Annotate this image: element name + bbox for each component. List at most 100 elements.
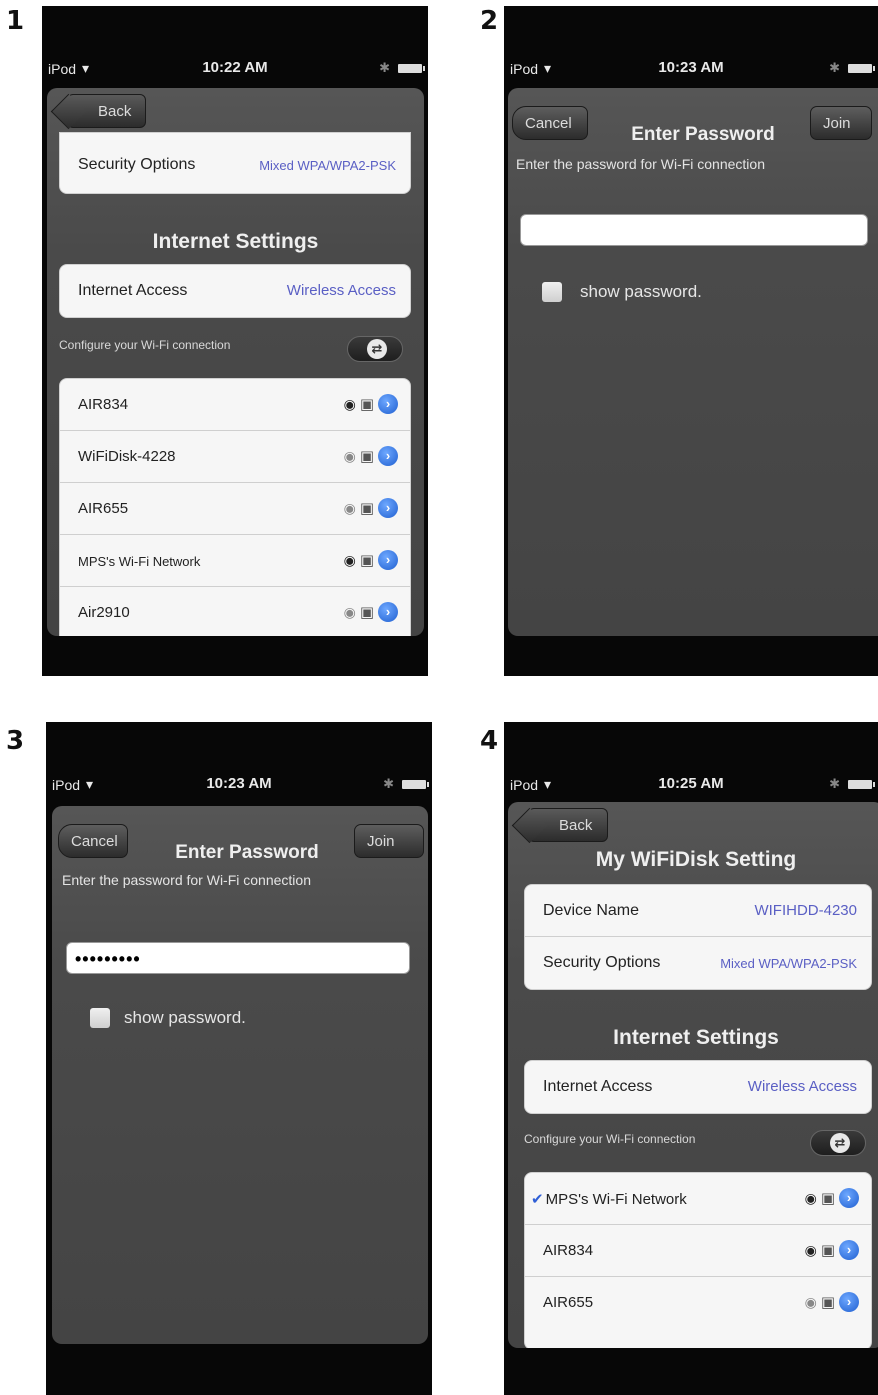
- internet-access-card: Internet Access Wireless Access: [59, 264, 411, 318]
- internet-access-card: Internet Access Wireless Access: [524, 1060, 872, 1114]
- list-item[interactable]: AIR834 ◉ ▣ ›: [60, 379, 410, 431]
- dialog-title: Enter Password: [631, 124, 775, 145]
- phone-screen-2: iPod ▾ 10:23 AM ✱ Cancel Enter Password J…: [504, 6, 878, 676]
- phone-screen-1: iPod ▾ 10:22 AM ✱ Back Security Options M…: [42, 6, 428, 676]
- internet-access-row[interactable]: Internet Access Wireless Access: [60, 265, 410, 317]
- status-bar: iPod ▾ 10:22 AM ✱: [42, 58, 428, 80]
- list-item[interactable]: AIR655 ◉ ▣ ›: [525, 1277, 871, 1329]
- back-button[interactable]: Back: [528, 808, 608, 842]
- list-item[interactable]: MPS's Wi-Fi Network ◉ ▣ ›: [60, 535, 410, 587]
- join-button[interactable]: Join: [810, 106, 872, 140]
- lock-icon: ▣: [359, 396, 374, 413]
- security-options-label: Security Options: [543, 954, 661, 971]
- settings-sheet: Back My WiFiDisk Setting Device Name WIF…: [508, 802, 878, 1348]
- password-field[interactable]: [520, 214, 868, 246]
- refresh-icon: ⇄: [367, 339, 387, 359]
- cancel-button[interactable]: Cancel: [512, 106, 588, 140]
- info-chevron-icon[interactable]: ›: [839, 1188, 859, 1208]
- back-button[interactable]: Back: [67, 94, 146, 128]
- list-item[interactable]: ✔ MPS's Wi-Fi Network ◉ ▣ ›: [525, 1173, 871, 1225]
- security-card: Security Options Mixed WPA/WPA2-PSK: [59, 132, 411, 194]
- wifi-icon: ◉: [804, 1189, 817, 1206]
- section-title: Internet Settings: [152, 230, 319, 253]
- network-name: AIR655: [543, 1294, 594, 1311]
- configure-label: Configure your Wi-Fi connection: [59, 338, 231, 352]
- join-button-label: Join: [823, 115, 851, 132]
- security-options-row[interactable]: Security Options Mixed WPA/WPA2-PSK: [60, 133, 410, 193]
- device-name-row[interactable]: Device Name WIFIHDD-4230: [525, 885, 871, 937]
- step-number-2: 2: [480, 6, 499, 36]
- back-button-label: Back: [559, 817, 593, 834]
- info-chevron-icon[interactable]: ›: [378, 550, 398, 570]
- phone-screen-3: iPod ▾ 10:23 AM ✱ Cancel Enter Password J…: [46, 722, 432, 1395]
- internet-access-row[interactable]: Internet Access Wireless Access: [525, 1061, 871, 1113]
- lock-icon: ▣: [359, 552, 374, 569]
- status-bar: iPod ▾ 10:23 AM ✱: [504, 58, 878, 80]
- security-options-row[interactable]: Security Options Mixed WPA/WPA2-PSK: [525, 937, 871, 989]
- wifi-icon: ◉: [343, 551, 356, 568]
- network-name: WiFiDisk-4228: [78, 448, 176, 465]
- show-password-checkbox[interactable]: [90, 1008, 110, 1028]
- back-button-label: Back: [98, 103, 132, 120]
- password-sheet: Cancel Enter Password Join Enter the pas…: [508, 88, 878, 636]
- network-list: ✔ MPS's Wi-Fi Network ◉ ▣ › AIR834 ◉ ▣ › AIR6…: [524, 1172, 872, 1348]
- security-options-label: Security Options: [78, 156, 196, 173]
- step-number-4: 4: [480, 726, 499, 756]
- list-item[interactable]: Air2910 ◉ ▣ ›: [60, 587, 410, 636]
- list-item[interactable]: AIR834 ◉ ▣ ›: [525, 1225, 871, 1277]
- info-chevron-icon[interactable]: ›: [378, 446, 398, 466]
- password-sheet: Cancel Enter Password Join Enter the pas…: [52, 806, 428, 1344]
- join-button-label: Join: [367, 833, 395, 850]
- battery-icon: [402, 779, 429, 789]
- checkmark-icon: ✔: [531, 1191, 544, 1208]
- clock: 10:23 AM: [658, 59, 724, 76]
- dialog-title: Enter Password: [175, 842, 319, 863]
- wifi-icon: ◉: [343, 395, 356, 412]
- password-prompt: Enter the password for Wi-Fi connection: [516, 156, 765, 172]
- wifi-icon: ◉: [804, 1293, 817, 1310]
- network-name: AIR655: [78, 500, 129, 517]
- phone-screen-4: iPod ▾ 10:25 AM ✱ Back My WiFiDisk Settin…: [504, 722, 878, 1395]
- page-title: My WiFiDisk Setting: [595, 848, 797, 871]
- cancel-button[interactable]: Cancel: [58, 824, 128, 858]
- list-item[interactable]: WiFiDisk-4228 ◉ ▣ ›: [60, 431, 410, 483]
- settings-sheet: Back Security Options Mixed WPA/WPA2-PSK…: [47, 88, 424, 636]
- wifi-icon: ◉: [343, 447, 356, 464]
- info-chevron-icon[interactable]: ›: [378, 498, 398, 518]
- device-name-value: WIFIHDD-4230: [754, 902, 857, 919]
- lock-icon: ▣: [820, 1294, 835, 1311]
- refresh-toggle[interactable]: ⇄: [810, 1130, 866, 1156]
- show-password-checkbox[interactable]: [542, 282, 562, 302]
- cancel-button-label: Cancel: [525, 115, 572, 132]
- list-item[interactable]: AIR655 ◉ ▣ ›: [60, 483, 410, 535]
- join-button[interactable]: Join: [354, 824, 424, 858]
- network-name: MPS's Wi-Fi Network: [78, 554, 201, 569]
- info-chevron-icon[interactable]: ›: [378, 602, 398, 622]
- info-chevron-icon[interactable]: ›: [839, 1292, 859, 1312]
- internet-access-label: Internet Access: [78, 282, 188, 299]
- network-name: AIR834: [78, 396, 129, 413]
- clock: 10:23 AM: [206, 775, 272, 792]
- show-password-label: show password.: [580, 282, 702, 301]
- device-card: Device Name WIFIHDD-4230 Security Option…: [524, 884, 872, 990]
- security-options-value: Mixed WPA/WPA2-PSK: [259, 158, 396, 173]
- refresh-icon: ⇄: [830, 1133, 850, 1153]
- wifi-icon: ◉: [804, 1241, 817, 1258]
- refresh-toggle[interactable]: ⇄: [347, 336, 403, 362]
- show-password-label: show password.: [124, 1008, 246, 1027]
- battery-icon: [848, 779, 875, 789]
- info-chevron-icon[interactable]: ›: [378, 394, 398, 414]
- network-list: AIR834 ◉ ▣ › WiFiDisk-4228 ◉ ▣ › AIR655 ◉ ▣ › …: [59, 378, 411, 636]
- lock-icon: ▣: [820, 1190, 835, 1207]
- clock: 10:25 AM: [658, 775, 724, 792]
- bluetooth-icon: ✱: [829, 776, 840, 791]
- password-field[interactable]: •••••••••: [66, 942, 410, 974]
- network-name: Air2910: [78, 604, 130, 621]
- internet-access-value: Wireless Access: [286, 282, 396, 299]
- section-title: Internet Settings: [613, 1026, 779, 1049]
- info-chevron-icon[interactable]: ›: [839, 1240, 859, 1260]
- clock: 10:22 AM: [202, 59, 268, 76]
- wifi-icon: ◉: [343, 499, 356, 516]
- bluetooth-icon: ✱: [383, 776, 394, 791]
- bluetooth-icon: ✱: [379, 60, 390, 75]
